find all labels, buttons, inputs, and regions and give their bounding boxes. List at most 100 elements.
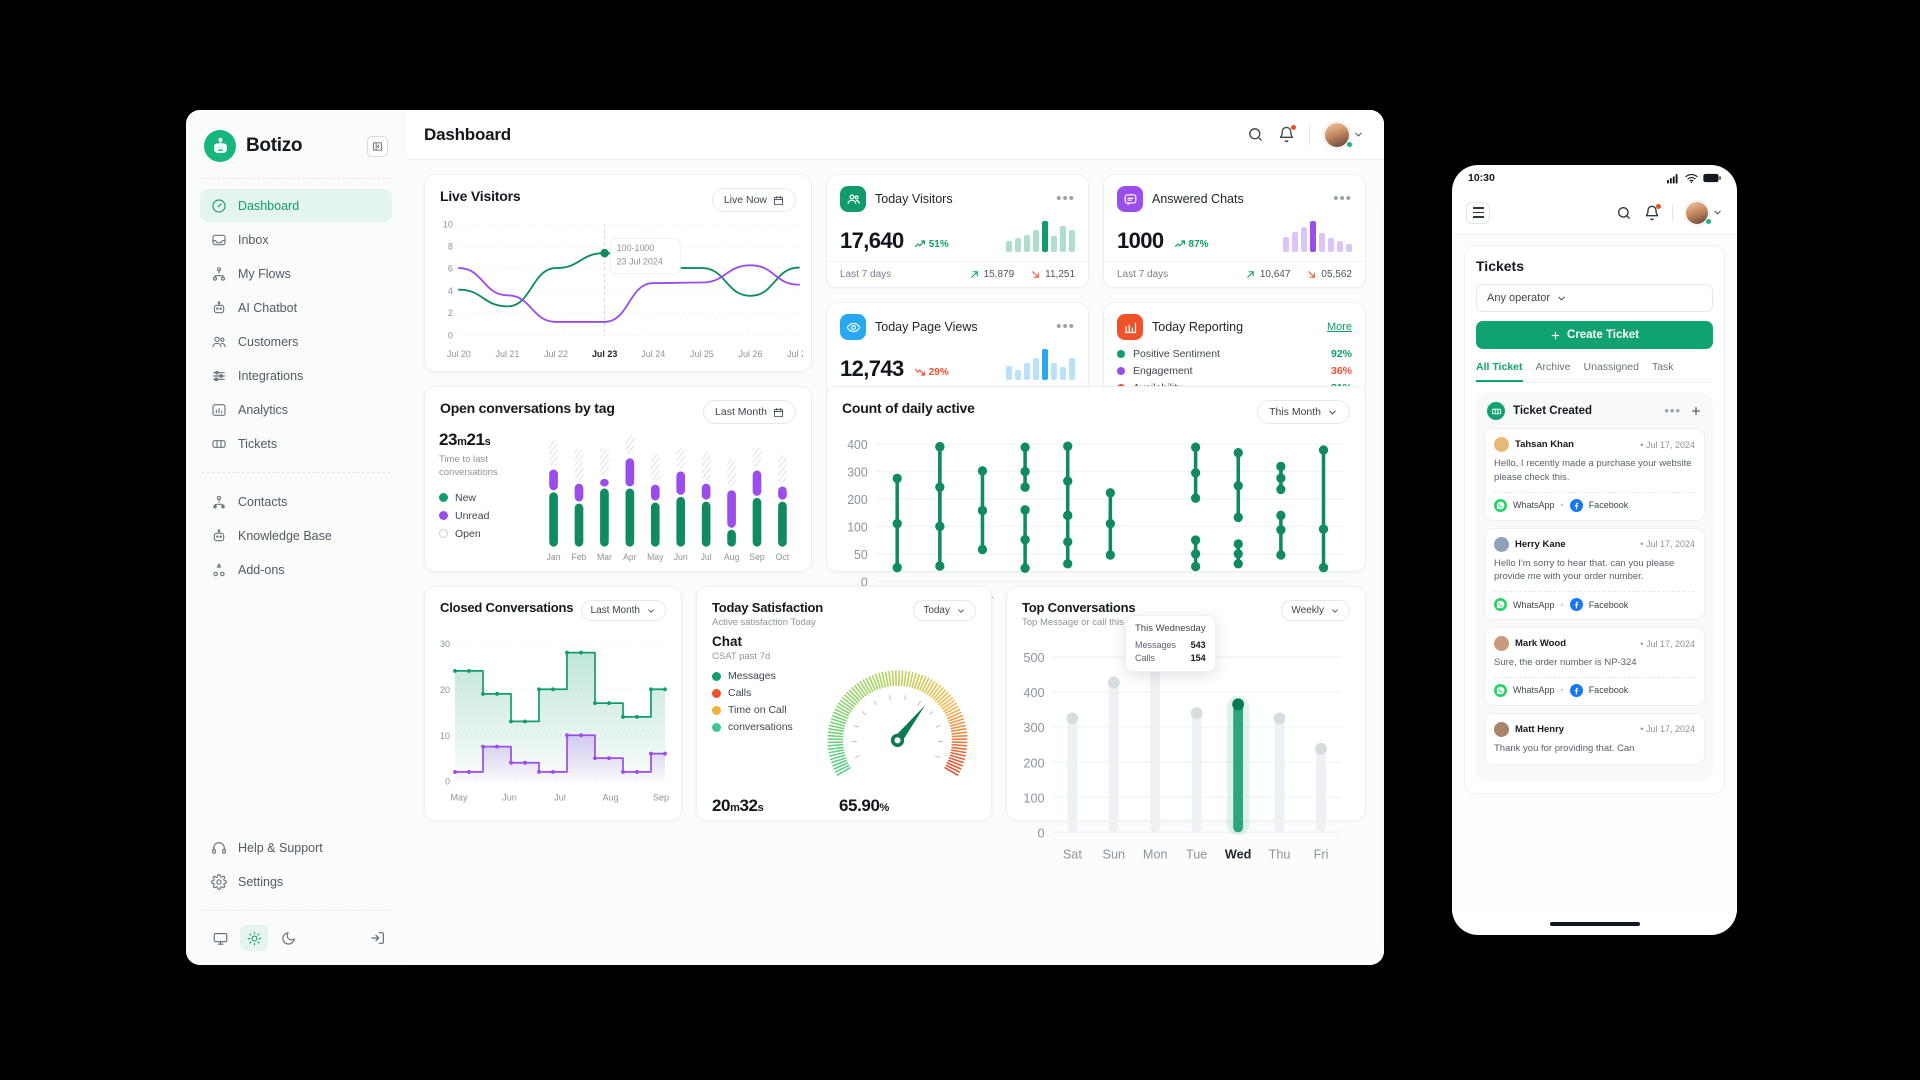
tab-unassigned[interactable]: Unassigned bbox=[1584, 361, 1639, 382]
more-icon[interactable]: ••• bbox=[1056, 319, 1075, 334]
ticket-icon bbox=[1487, 402, 1505, 420]
gauge-value: 65.90% bbox=[839, 796, 889, 816]
bell-icon[interactable] bbox=[1278, 125, 1296, 143]
pill-label: Today bbox=[923, 605, 950, 616]
whatsapp-icon bbox=[1494, 598, 1507, 612]
hamburger-icon[interactable] bbox=[1466, 201, 1490, 224]
sidebar-item-ai-chatbot[interactable]: AI Chatbot bbox=[200, 291, 392, 324]
ticket-item[interactable]: Mark Wood • Jul 17, 2024 Sure, the order n… bbox=[1484, 627, 1705, 706]
flow-icon bbox=[210, 265, 227, 282]
sun-icon[interactable] bbox=[240, 925, 268, 951]
svg-text:Jul 25: Jul 25 bbox=[690, 349, 714, 359]
calendar-icon bbox=[773, 407, 784, 417]
sidebar-item-label: Customers bbox=[238, 334, 299, 349]
svg-text:Feb: Feb bbox=[572, 552, 587, 562]
ticket-message: Hello, I recently made a purchase your w… bbox=[1494, 458, 1692, 483]
divider bbox=[1309, 124, 1310, 145]
search-icon[interactable] bbox=[1247, 126, 1264, 143]
kpi-body: 12,743 29% bbox=[840, 349, 1075, 380]
period-selector[interactable]: This Month bbox=[1257, 400, 1350, 424]
ticket-date: • Jul 17, 2024 bbox=[1640, 439, 1695, 450]
svg-text:50: 50 bbox=[854, 548, 868, 562]
avatar-menu[interactable] bbox=[1685, 200, 1723, 225]
card-title-block: Today Satisfaction Active satisfaction T… bbox=[712, 600, 823, 628]
chevron-down-icon[interactable] bbox=[1712, 207, 1723, 218]
gauge-wrap bbox=[816, 634, 979, 812]
create-ticket-button[interactable]: Create Ticket bbox=[1476, 321, 1713, 349]
chevron-down-icon[interactable] bbox=[1353, 129, 1364, 140]
ticket-channels: WhatsApp • Facebook bbox=[1494, 498, 1695, 512]
svg-text:Sep: Sep bbox=[749, 552, 764, 562]
kpi-footer-label: Last 7 days bbox=[1117, 269, 1169, 280]
monitor-icon[interactable] bbox=[206, 925, 234, 951]
sidebar-item-label: Add-ons bbox=[238, 562, 285, 577]
period-selector[interactable]: Last Month bbox=[580, 600, 666, 621]
avatar-menu[interactable] bbox=[1324, 121, 1364, 148]
sidebar-nav-footer: Help & Support Settings bbox=[200, 831, 392, 898]
kpi-title: Today Visitors bbox=[875, 192, 953, 206]
top-bar-actions bbox=[1247, 121, 1364, 148]
status-time: 10:30 bbox=[1468, 172, 1495, 184]
channel-label: Facebook bbox=[1588, 685, 1629, 696]
panel-collapse-icon[interactable] bbox=[367, 135, 388, 157]
live-visitors-card: Live Visitors Live Now 0 2 4 6 8 10 Jul 20 Jul … bbox=[424, 174, 812, 372]
sidebar-item-contacts[interactable]: Contacts bbox=[200, 485, 392, 518]
satisfaction-gauge bbox=[827, 670, 968, 776]
plus-icon bbox=[1551, 331, 1560, 339]
sidebar-item-my-flows[interactable]: My Flows bbox=[200, 257, 392, 290]
mobile-app-window: 10:30 Tickets Any operator Create Ticket… bbox=[1452, 165, 1737, 935]
tooltip-row: Messages 543 bbox=[1135, 638, 1206, 651]
kpi-title: Today Page Views bbox=[875, 320, 978, 334]
more-icon[interactable]: ••• bbox=[1333, 191, 1352, 206]
kpi-sparkline bbox=[1006, 221, 1075, 252]
plus-icon[interactable] bbox=[1690, 405, 1702, 417]
logout-icon[interactable] bbox=[370, 930, 386, 946]
inbox-icon bbox=[210, 231, 227, 248]
tab-task[interactable]: Task bbox=[1652, 361, 1674, 382]
legend-swatch bbox=[439, 493, 448, 503]
bar-chart-icon bbox=[210, 401, 227, 418]
facebook-icon bbox=[1569, 498, 1583, 512]
ticket-item[interactable]: Herry Kane • Jul 17, 2024 Hello I'm sorry … bbox=[1484, 527, 1705, 621]
sidebar-item-dashboard[interactable]: Dashboard bbox=[200, 189, 392, 222]
bell-icon[interactable] bbox=[1644, 203, 1661, 221]
wifi-icon bbox=[1685, 173, 1698, 183]
search-icon[interactable] bbox=[1616, 205, 1632, 221]
moon-icon[interactable] bbox=[274, 925, 302, 951]
more-icon[interactable]: ••• bbox=[1664, 404, 1681, 417]
card-header: Today Satisfaction Active satisfaction T… bbox=[697, 587, 991, 628]
legend-label: conversations bbox=[728, 721, 793, 733]
caption: Time to last conversations bbox=[439, 454, 498, 478]
ticket-list: Tahsan Khan • Jul 17, 2024 Hello, I recent… bbox=[1484, 428, 1705, 765]
more-icon[interactable]: ••• bbox=[1056, 191, 1075, 206]
sidebar-item-tickets[interactable]: Tickets bbox=[200, 427, 392, 460]
period-selector[interactable]: Last Month bbox=[703, 400, 796, 424]
more-link[interactable]: More bbox=[1327, 321, 1352, 333]
kpi-sparkline bbox=[1006, 349, 1075, 380]
svg-text:Jul 21: Jul 21 bbox=[496, 349, 520, 359]
sidebar-item-add-ons[interactable]: Add-ons bbox=[200, 553, 392, 586]
sidebar-item-help-support[interactable]: Help & Support bbox=[200, 831, 392, 864]
card-header-row: Today Reporting More bbox=[1117, 314, 1352, 340]
chevron-down-icon bbox=[648, 608, 654, 613]
tab-archive[interactable]: Archive bbox=[1536, 361, 1571, 382]
sidebar-item-integrations[interactable]: Integrations bbox=[200, 359, 392, 392]
ticket-item[interactable]: Tahsan Khan • Jul 17, 2024 Hello, I recent… bbox=[1484, 428, 1705, 521]
svg-text:Jun: Jun bbox=[674, 552, 688, 562]
period-selector[interactable]: Today bbox=[913, 600, 976, 621]
svg-text:Aug: Aug bbox=[603, 793, 619, 803]
svg-text:Tue: Tue bbox=[1186, 846, 1207, 861]
sidebar-item-knowledge-base[interactable]: Knowledge Base bbox=[200, 519, 392, 552]
operator-select[interactable]: Any operator bbox=[1476, 284, 1713, 312]
sidebar-item-settings[interactable]: Settings bbox=[200, 865, 392, 898]
chat-icon bbox=[1117, 186, 1143, 212]
period-selector[interactable]: Weekly bbox=[1281, 600, 1350, 621]
live-now-button[interactable]: Live Now bbox=[711, 188, 796, 212]
tab-all-ticket[interactable]: All Ticket bbox=[1476, 361, 1523, 382]
sidebar-item-customers[interactable]: Customers bbox=[200, 325, 392, 358]
sidebar-item-analytics[interactable]: Analytics bbox=[200, 393, 392, 426]
sidebar-nav-secondary: Contacts Knowledge Base Add-ons bbox=[200, 485, 392, 586]
ticket-item[interactable]: Matt Henry • Jul 17, 2024 Thank you for pr… bbox=[1484, 712, 1705, 765]
sidebar-item-inbox[interactable]: Inbox bbox=[200, 223, 392, 256]
kpi-body: 1000 87% bbox=[1117, 221, 1352, 252]
